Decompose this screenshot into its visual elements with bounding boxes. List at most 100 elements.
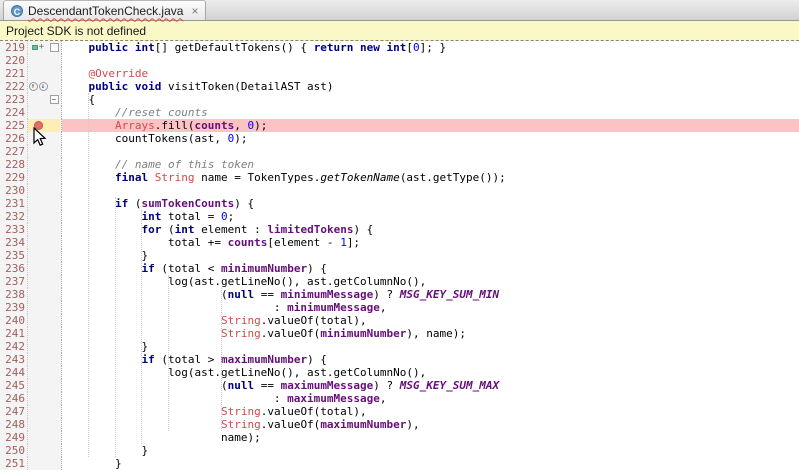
fold-column[interactable] [48,197,60,210]
code-text[interactable]: (null == minimumMessage) ? MSG_KEY_SUM_M… [62,288,799,301]
fold-column[interactable] [48,236,60,249]
code-text[interactable]: if (total < minimumNumber) { [62,262,799,275]
gutter-cell[interactable]: 236 [0,262,62,275]
code-line-236[interactable]: 236 if (total < minimumNumber) { [0,262,799,275]
fold-column[interactable] [48,210,60,223]
code-text[interactable] [62,54,799,67]
code-text[interactable]: String.valueOf(total), [62,314,799,327]
gutter-cell[interactable]: 240 [0,314,62,327]
code-line-230[interactable]: 230 [0,184,799,197]
code-line-244[interactable]: 244 log(ast.getLineNo(), ast.getColumnNo… [0,366,799,379]
code-line-222[interactable]: 222↑↓ public void visitToken(DetailAST a… [0,80,799,93]
line-number[interactable]: 230 [0,184,28,197]
breakpoint-icon[interactable] [34,121,43,130]
code-line-247[interactable]: 247 String.valueOf(total), [0,405,799,418]
code-text[interactable]: } [62,444,799,457]
gutter-cell[interactable]: 226 [0,132,62,145]
code-line-221[interactable]: 221 @Override [0,67,799,80]
fold-column[interactable] [48,405,60,418]
fold-column[interactable] [48,67,60,80]
code-line-224[interactable]: 224 //reset counts [0,106,799,119]
code-text[interactable] [62,145,799,158]
code-line-251[interactable]: 251 } [0,457,799,470]
gutter-cell[interactable]: 231 [0,197,62,210]
fold-column[interactable] [48,184,60,197]
gutter-cell[interactable]: 249 [0,431,62,444]
code-line-226[interactable]: 226 countTokens(ast, 0); [0,132,799,145]
code-line-219[interactable]: 219+ public int[] getDefaultTokens() { r… [0,41,799,54]
line-number[interactable]: 248 [0,418,28,431]
code-line-228[interactable]: 228 // name of this token [0,158,799,171]
gutter-cell[interactable]: 244 [0,366,62,379]
gutter-cell[interactable]: 224 [0,106,62,119]
code-text[interactable]: name); [62,431,799,444]
code-line-235[interactable]: 235 } [0,249,799,262]
fold-column[interactable] [48,340,60,353]
line-number[interactable]: 232 [0,210,28,223]
fold-column[interactable] [48,366,60,379]
line-number[interactable]: 236 [0,262,28,275]
code-text[interactable]: : maximumMessage, [62,392,799,405]
gutter-cell[interactable]: 235 [0,249,62,262]
gutter-cell[interactable]: 242 [0,340,62,353]
code-editor[interactable]: 219+ public int[] getDefaultTokens() { r… [0,41,799,473]
code-text[interactable]: String.valueOf(minimumNumber), name); [62,327,799,340]
code-line-225[interactable]: 225 Arrays.fill(counts, 0); [0,119,799,132]
code-text[interactable] [62,184,799,197]
fold-column[interactable] [48,314,60,327]
line-number[interactable]: 247 [0,405,28,418]
line-number[interactable]: 245 [0,379,28,392]
gutter-cell[interactable]: 228 [0,158,62,171]
code-text[interactable]: total += counts[element - 1]; [62,236,799,249]
gutter-cell[interactable]: 248 [0,418,62,431]
code-text[interactable]: int total = 0; [62,210,799,223]
line-number[interactable]: 228 [0,158,28,171]
line-number[interactable]: 250 [0,444,28,457]
gutter-cell[interactable]: 239 [0,301,62,314]
fold-column[interactable] [48,171,60,184]
fold-column[interactable] [48,41,60,54]
code-line-242[interactable]: 242 } [0,340,799,353]
code-text[interactable]: log(ast.getLineNo(), ast.getColumnNo(), [62,366,799,379]
line-number[interactable]: 242 [0,340,28,353]
fold-column[interactable] [48,275,60,288]
fold-column[interactable] [48,418,60,431]
fold-column[interactable] [48,353,60,366]
code-text[interactable]: : minimumMessage, [62,301,799,314]
gutter-cell[interactable]: 246 [0,392,62,405]
code-text[interactable]: if (sumTokenCounts) { [62,197,799,210]
tab-close-icon[interactable]: × [191,5,198,17]
code-text[interactable]: public void visitToken(DetailAST ast) [62,80,799,93]
line-number[interactable]: 237 [0,275,28,288]
fold-column[interactable] [48,80,60,93]
code-line-233[interactable]: 233 for (int element : limitedTokens) { [0,223,799,236]
line-number[interactable]: 233 [0,223,28,236]
override-down-icon[interactable]: ↓ [39,82,48,91]
gutter-cell[interactable]: 230 [0,184,62,197]
line-number[interactable]: 239 [0,301,28,314]
code-line-241[interactable]: 241 String.valueOf(minimumNumber), name)… [0,327,799,340]
code-line-227[interactable]: 227 [0,145,799,158]
plus-icon[interactable]: + [39,43,44,52]
code-text[interactable]: log(ast.getLineNo(), ast.getColumnNo(), [62,275,799,288]
code-line-245[interactable]: 245 (null == maximumMessage) ? MSG_KEY_S… [0,379,799,392]
code-line-250[interactable]: 250 } [0,444,799,457]
line-number[interactable]: 251 [0,457,28,470]
code-line-220[interactable]: 220 [0,54,799,67]
code-text[interactable]: //reset counts [62,106,799,119]
fold-column[interactable] [48,288,60,301]
code-text[interactable]: // name of this token [62,158,799,171]
code-line-232[interactable]: 232 int total = 0; [0,210,799,223]
line-number[interactable]: 219 [0,41,28,54]
line-number[interactable]: 241 [0,327,28,340]
code-text[interactable]: } [62,457,799,470]
code-line-243[interactable]: 243 if (total > maximumNumber) { [0,353,799,366]
gutter-cell[interactable]: 243 [0,353,62,366]
line-number[interactable]: 227 [0,145,28,158]
code-line-248[interactable]: 248 String.valueOf(maximumNumber), [0,418,799,431]
code-line-237[interactable]: 237 log(ast.getLineNo(), ast.getColumnNo… [0,275,799,288]
gutter-cell[interactable]: 229 [0,171,62,184]
gutter-cell[interactable]: 247 [0,405,62,418]
fold-collapse-icon[interactable]: − [50,95,59,104]
code-line-240[interactable]: 240 String.valueOf(total), [0,314,799,327]
